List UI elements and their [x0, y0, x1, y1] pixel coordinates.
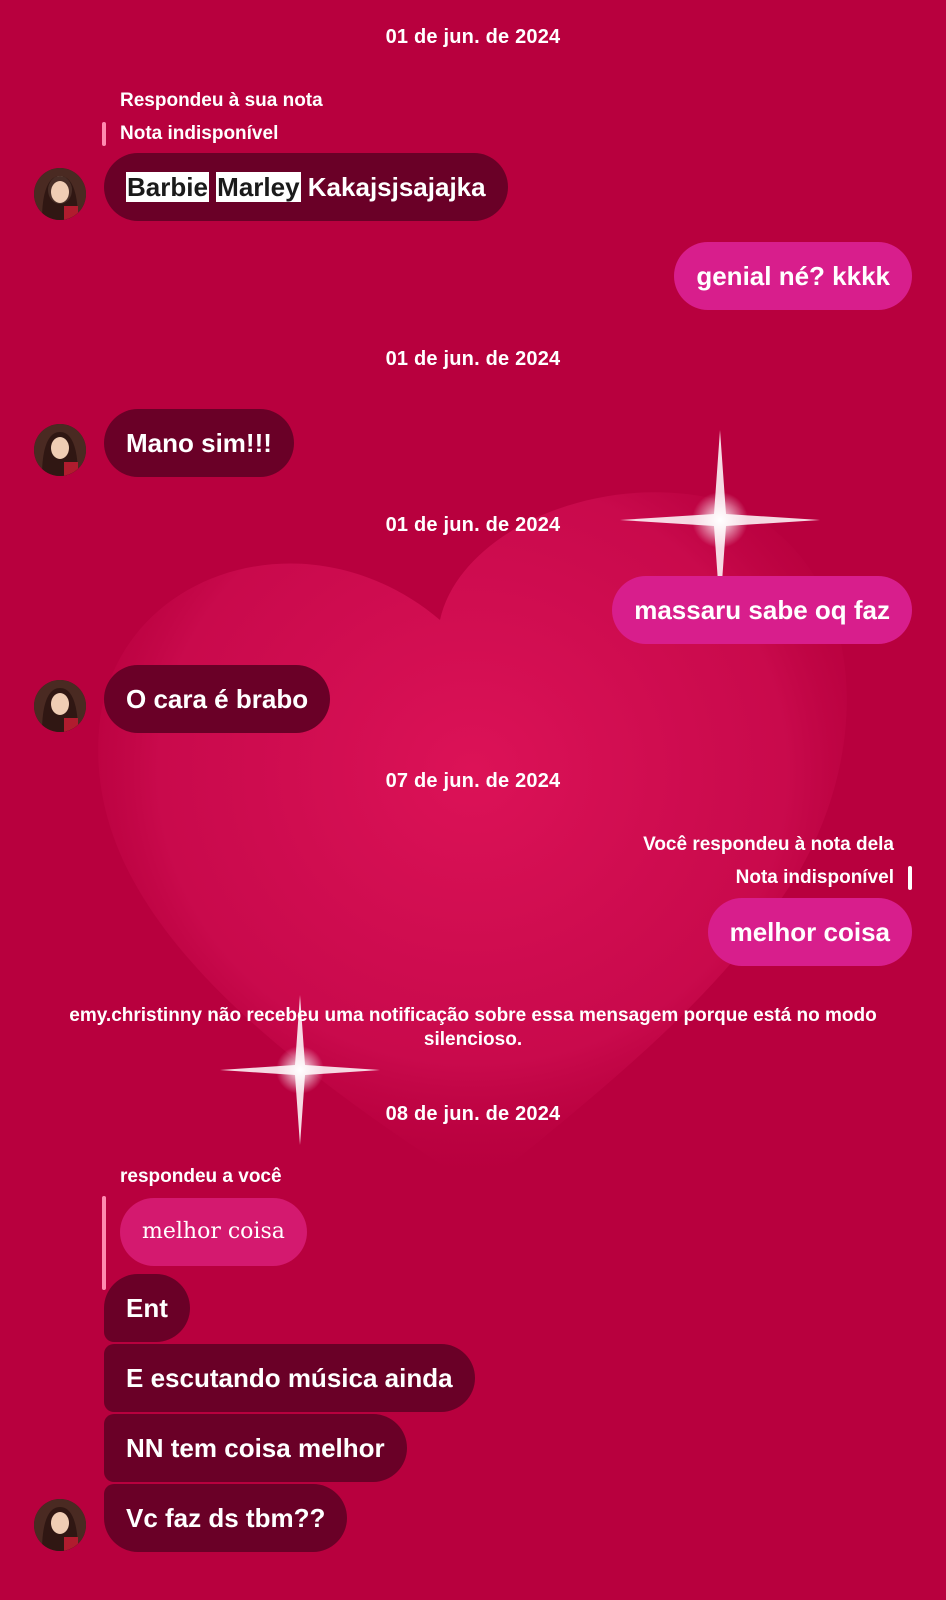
incoming-message[interactable]: E escutando música ainda — [104, 1344, 475, 1412]
contact-avatar[interactable] — [34, 680, 86, 732]
incoming-message[interactable]: Vc faz ds tbm?? — [104, 1484, 348, 1552]
reply-bar — [908, 866, 912, 890]
message-thread[interactable]: 01 de jun. de 2024 Respondeu à sua nota … — [0, 0, 946, 1600]
outgoing-message[interactable]: massaru sabe oq faz — [612, 576, 912, 644]
date-separator: 07 de jun. de 2024 — [385, 770, 561, 792]
outgoing-message[interactable]: genial né? kkkk — [674, 242, 912, 310]
date-separator: 01 de jun. de 2024 — [385, 348, 561, 370]
profile-photo-icon — [34, 424, 86, 476]
date-separator: 01 de jun. de 2024 — [385, 26, 561, 48]
profile-photo-icon — [34, 1499, 86, 1551]
reply-bar — [102, 1196, 106, 1290]
quoted-message[interactable]: melhor coisa — [120, 1198, 307, 1266]
replied-note-label[interactable]: Nota indisponível — [736, 867, 894, 889]
outgoing-message[interactable]: melhor coisa — [707, 898, 912, 966]
incoming-message[interactable]: Mano sim!!! — [104, 409, 294, 477]
silent-mode-notice: emy.christinny não recebeu uma notificaç… — [69, 1005, 877, 1050]
reply-caption: Você respondeu à nota dela — [643, 834, 894, 855]
highlighted-text: Marley — [216, 172, 301, 202]
reply-caption: respondeu a você — [120, 1166, 282, 1187]
contact-avatar[interactable] — [34, 168, 86, 220]
incoming-message[interactable]: Ent — [104, 1274, 190, 1342]
profile-photo-icon — [34, 680, 86, 732]
reply-caption: Respondeu à sua nota — [120, 90, 323, 111]
profile-photo-icon — [34, 168, 86, 220]
incoming-message[interactable]: Barbie Marley Kakajsjsajajka — [104, 153, 508, 221]
date-separator: 01 de jun. de 2024 — [385, 514, 561, 536]
date-separator: 08 de jun. de 2024 — [385, 1103, 561, 1125]
incoming-message[interactable]: NN tem coisa melhor — [104, 1414, 407, 1482]
contact-avatar[interactable] — [34, 1499, 86, 1551]
contact-avatar[interactable] — [34, 424, 86, 476]
incoming-message[interactable]: O cara é brabo — [104, 665, 331, 733]
message-text: Kakajsjsajajka — [307, 172, 486, 202]
highlighted-text: Barbie — [126, 172, 209, 202]
reply-bar — [102, 122, 106, 146]
replied-note-label[interactable]: Nota indisponível — [120, 123, 278, 145]
